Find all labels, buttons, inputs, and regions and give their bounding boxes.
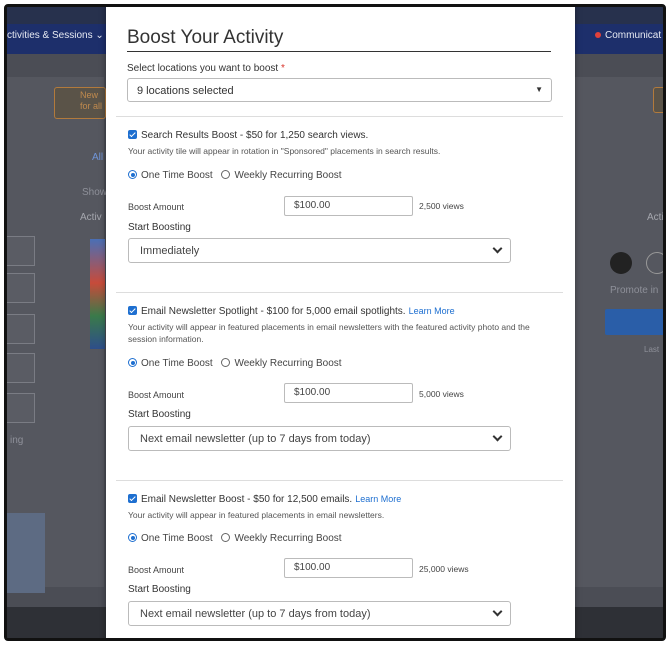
title-divider [127, 51, 551, 52]
background-button [605, 309, 663, 335]
locations-label: Select locations you want to boost * [127, 63, 285, 74]
background-field [7, 236, 35, 266]
background-activity-thumbnail [90, 239, 105, 349]
radio-weekly-recurring[interactable]: Weekly Recurring Boost [221, 358, 342, 369]
background-banner-right [653, 87, 663, 113]
boost-amount-label: Boost Amount [128, 565, 185, 575]
required-mark: * [280, 63, 285, 74]
checkbox-checked-icon [128, 494, 137, 503]
boost-option-description: Your activity will appear in featured pl… [128, 322, 530, 344]
background-panel [7, 513, 45, 593]
radio-one-time[interactable]: One Time Boost [128, 533, 213, 544]
radio-selected-icon [128, 358, 137, 367]
boost-option-title: Email Newsletter Boost - $50 for 12,500 … [141, 494, 353, 505]
boost-amount-label: Boost Amount [128, 390, 185, 400]
boost-option-checkbox[interactable]: Search Results Boost - $50 for 1,250 sea… [128, 130, 368, 141]
section-divider [116, 292, 563, 293]
modal-title: Boost Your Activity [127, 27, 284, 48]
boost-frequency-radio-group: One Time Boost Weekly Recurring Boost [128, 358, 342, 369]
background-tab-all: All [92, 152, 104, 163]
boost-option-checkbox[interactable]: Email Newsletter Spotlight - $100 for 5,… [128, 306, 455, 317]
boost-amount-input[interactable]: $100.00 [284, 196, 413, 216]
start-boosting-label: Start Boosting [128, 222, 191, 233]
radio-selected-icon [128, 533, 137, 542]
boost-views-count: 5,000 views [419, 389, 464, 399]
background-field [7, 353, 35, 383]
radio-unselected-icon [221, 358, 231, 367]
section-divider [116, 480, 563, 481]
app-window: ctivities & Sessions ⌄ Communicat New fo… [4, 4, 666, 641]
radio-unselected-icon [221, 533, 231, 542]
background-text: Show [82, 187, 108, 198]
chevron-down-icon: ⌄ [95, 30, 104, 41]
locations-select-value: 9 locations selected [137, 85, 234, 97]
boost-activity-modal: Boost Your Activity Select locations you… [106, 7, 575, 638]
background-field [7, 314, 35, 344]
start-boosting-value: Next email newsletter (up to 7 days from… [140, 608, 371, 620]
background-field [7, 393, 35, 423]
checkbox-checked-icon [128, 306, 137, 315]
checkbox-checked-icon [128, 130, 137, 139]
learn-more-link[interactable]: Learn More [409, 306, 455, 316]
background-banner-text: New for all [80, 90, 103, 111]
background-text: Promote in [610, 285, 659, 296]
boost-views-count: 25,000 views [419, 564, 469, 574]
radio-unselected-icon [221, 170, 231, 179]
radio-weekly-recurring[interactable]: Weekly Recurring Boost [221, 170, 342, 181]
boost-frequency-radio-group: One Time Boost Weekly Recurring Boost [128, 533, 342, 544]
boost-amount-input[interactable]: $100.00 [284, 558, 413, 578]
start-boosting-value: Next email newsletter (up to 7 days from… [140, 433, 371, 445]
radio-one-time[interactable]: One Time Boost [128, 358, 213, 369]
boost-views-count: 2,500 views [419, 201, 464, 211]
boost-option-description: Your activity will appear in featured pl… [128, 510, 385, 520]
start-boosting-label: Start Boosting [128, 409, 191, 420]
background-add-icon [610, 252, 632, 274]
start-boosting-label: Start Boosting [128, 584, 191, 595]
boost-amount-input[interactable]: $100.00 [284, 383, 413, 403]
background-text: ing [10, 435, 24, 446]
locations-select[interactable]: 9 locations selected ▼ [127, 78, 552, 102]
boost-frequency-radio-group: One Time Boost Weekly Recurring Boost [128, 170, 342, 181]
radio-one-time[interactable]: One Time Boost [128, 170, 213, 181]
background-text: Last [644, 345, 660, 354]
start-boosting-select[interactable]: Next email newsletter (up to 7 days from… [128, 601, 511, 626]
background-view-icon [646, 252, 663, 274]
chevron-down-icon [492, 431, 503, 442]
boost-amount-label: Boost Amount [128, 202, 185, 212]
boost-option-title: Search Results Boost - $50 for 1,250 sea… [141, 130, 369, 141]
start-boosting-select[interactable]: Immediately [128, 238, 511, 263]
background-text: Acti [647, 212, 664, 223]
start-boosting-value: Immediately [140, 245, 200, 257]
start-boosting-select[interactable]: Next email newsletter (up to 7 days from… [128, 426, 511, 451]
background-text: Activ [80, 212, 102, 223]
radio-selected-icon [128, 170, 137, 179]
learn-more-link[interactable]: Learn More [355, 494, 401, 504]
background-field [7, 273, 35, 303]
boost-option-description: Your activity tile will appear in rotati… [128, 146, 441, 156]
boost-option-title: Email Newsletter Spotlight - $100 for 5,… [141, 306, 406, 317]
boost-option-checkbox[interactable]: Email Newsletter Boost - $50 for 12,500 … [128, 494, 401, 505]
chevron-down-icon [492, 606, 503, 617]
nav-communications[interactable]: Communicat [595, 30, 661, 41]
caret-down-icon: ▼ [535, 85, 543, 94]
nav-activities-sessions[interactable]: ctivities & Sessions ⌄ [7, 30, 104, 41]
section-divider [116, 116, 563, 117]
notification-dot-icon [595, 32, 601, 39]
chevron-down-icon [492, 243, 503, 254]
radio-weekly-recurring[interactable]: Weekly Recurring Boost [221, 533, 342, 544]
